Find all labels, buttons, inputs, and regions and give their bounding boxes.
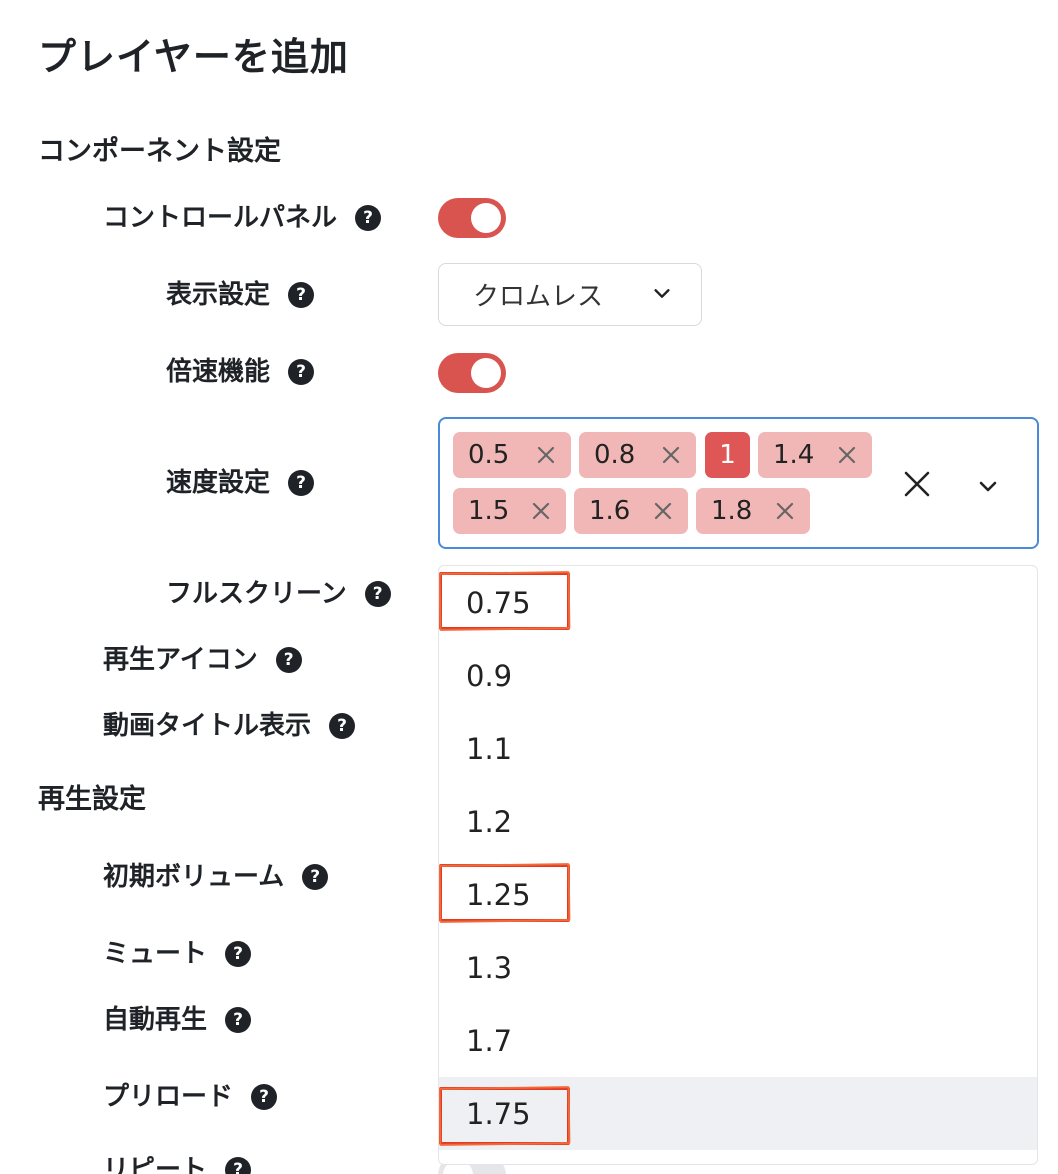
annotation-highlight-stroke	[439, 571, 571, 631]
video-title-label-text: 動画タイトル表示	[103, 711, 312, 741]
section-heading-playback: 再生設定	[38, 784, 146, 815]
remove-chip-icon[interactable]	[774, 500, 796, 522]
display-setting-value: クロムレス	[473, 282, 604, 312]
speed-chip: 1.6	[574, 488, 688, 534]
repeat-label: リピート ?	[103, 1152, 252, 1174]
chevron-down-icon[interactable]	[976, 474, 1000, 498]
toggle-knob	[471, 358, 501, 388]
chip-label: 1.6	[589, 496, 631, 526]
speed-option-label: 1.3	[466, 950, 513, 985]
help-icon[interactable]: ?	[364, 581, 391, 607]
help-icon[interactable]: ?	[251, 1084, 278, 1110]
help-icon[interactable]: ?	[302, 864, 329, 890]
help-icon[interactable]: ?	[288, 282, 315, 308]
speed-option[interactable]: 1.2	[439, 785, 1037, 858]
help-icon[interactable]: ?	[329, 713, 356, 739]
preload-label-text: プリロード	[103, 1082, 234, 1112]
speed-chip: 0.8	[579, 432, 696, 478]
chip-label: 1.8	[711, 496, 753, 526]
chip-label: 1	[719, 440, 736, 470]
speed-chip: 1.4	[758, 432, 872, 478]
help-icon[interactable]: ?	[288, 470, 315, 496]
control-panel-label: コントロールパネル ?	[103, 200, 382, 236]
speed-chip-active[interactable]: 1	[705, 432, 750, 478]
chevron-down-icon	[654, 289, 670, 298]
speed-setting-label-text: 速度設定	[166, 468, 271, 498]
remove-chip-icon[interactable]	[660, 444, 682, 466]
speed-option-label: 1.2	[466, 804, 513, 839]
initial-volume-label: 初期ボリューム ?	[103, 859, 329, 895]
autoplay-label-text: 自動再生	[103, 1005, 208, 1035]
control-panel-label-text: コントロールパネル	[103, 203, 338, 233]
autoplay-label: 自動再生 ?	[103, 1002, 252, 1038]
chip-label: 0.5	[468, 440, 510, 470]
clear-all-icon[interactable]	[902, 469, 932, 499]
repeat-label-text: リピート	[103, 1155, 208, 1174]
speed-option[interactable]: 1.1	[439, 712, 1037, 785]
preload-label: プリロード ?	[103, 1079, 278, 1115]
speed-function-toggle[interactable]	[438, 353, 506, 393]
section-heading-component: コンポーネント設定	[38, 136, 281, 167]
speed-option-label: 1.1	[466, 731, 513, 766]
mute-label-text: ミュート	[103, 939, 208, 969]
play-icon-label-text: 再生アイコン	[103, 645, 258, 675]
annotation-highlight-stroke	[439, 1086, 571, 1146]
display-setting-label-text: 表示設定	[166, 280, 271, 310]
chip-label: 0.8	[594, 440, 636, 470]
speed-setting-label: 速度設定 ?	[166, 465, 315, 501]
play-icon-label: 再生アイコン ?	[103, 642, 302, 678]
help-icon[interactable]: ?	[355, 205, 382, 231]
speed-chip: 1.8	[696, 488, 810, 534]
mute-label: ミュート ?	[103, 936, 252, 972]
control-panel-toggle[interactable]	[438, 198, 506, 238]
speed-option[interactable]: 0.9	[439, 639, 1037, 712]
fullscreen-label: フルスクリーン ?	[166, 576, 391, 612]
initial-volume-label-text: 初期ボリューム	[103, 862, 285, 892]
speed-chip: 0.5	[453, 432, 571, 478]
speed-option[interactable]: 1.3	[439, 931, 1037, 1004]
speed-option-label: 1.7	[466, 1023, 513, 1058]
chip-label: 1.5	[468, 496, 510, 526]
help-icon[interactable]: ?	[288, 359, 315, 385]
help-icon[interactable]: ?	[225, 941, 252, 967]
help-icon[interactable]: ?	[275, 647, 302, 673]
speed-option[interactable]: 1.7	[439, 1004, 1037, 1077]
page-title: プレイヤーを追加	[38, 35, 349, 79]
remove-chip-icon[interactable]	[535, 444, 557, 466]
chip-label: 1.4	[773, 440, 815, 470]
toggle-knob	[471, 203, 501, 233]
display-setting-label: 表示設定 ?	[166, 277, 315, 313]
help-icon[interactable]: ?	[225, 1007, 252, 1033]
display-setting-select[interactable]: クロムレス	[438, 263, 702, 326]
remove-chip-icon[interactable]	[652, 500, 674, 522]
speed-function-label: 倍速機能 ?	[166, 354, 315, 390]
speed-setting-multiselect[interactable]: 0.5 0.8 1 1.4 1.5 1.6 1.8	[438, 417, 1039, 549]
speed-options-dropdown: 0.75 0.9 1.1 1.2 1.25 1.3 1.7 1.75	[438, 565, 1038, 1165]
speed-chip: 1.5	[453, 488, 566, 534]
annotation-highlight-stroke	[439, 863, 571, 923]
help-icon[interactable]: ?	[225, 1157, 252, 1174]
video-title-label: 動画タイトル表示 ?	[103, 708, 356, 744]
speed-option-label: 0.9	[466, 658, 513, 693]
fullscreen-label-text: フルスクリーン	[166, 579, 347, 609]
remove-chip-icon[interactable]	[836, 444, 858, 466]
speed-function-label-text: 倍速機能	[166, 357, 271, 387]
remove-chip-icon[interactable]	[530, 500, 552, 522]
